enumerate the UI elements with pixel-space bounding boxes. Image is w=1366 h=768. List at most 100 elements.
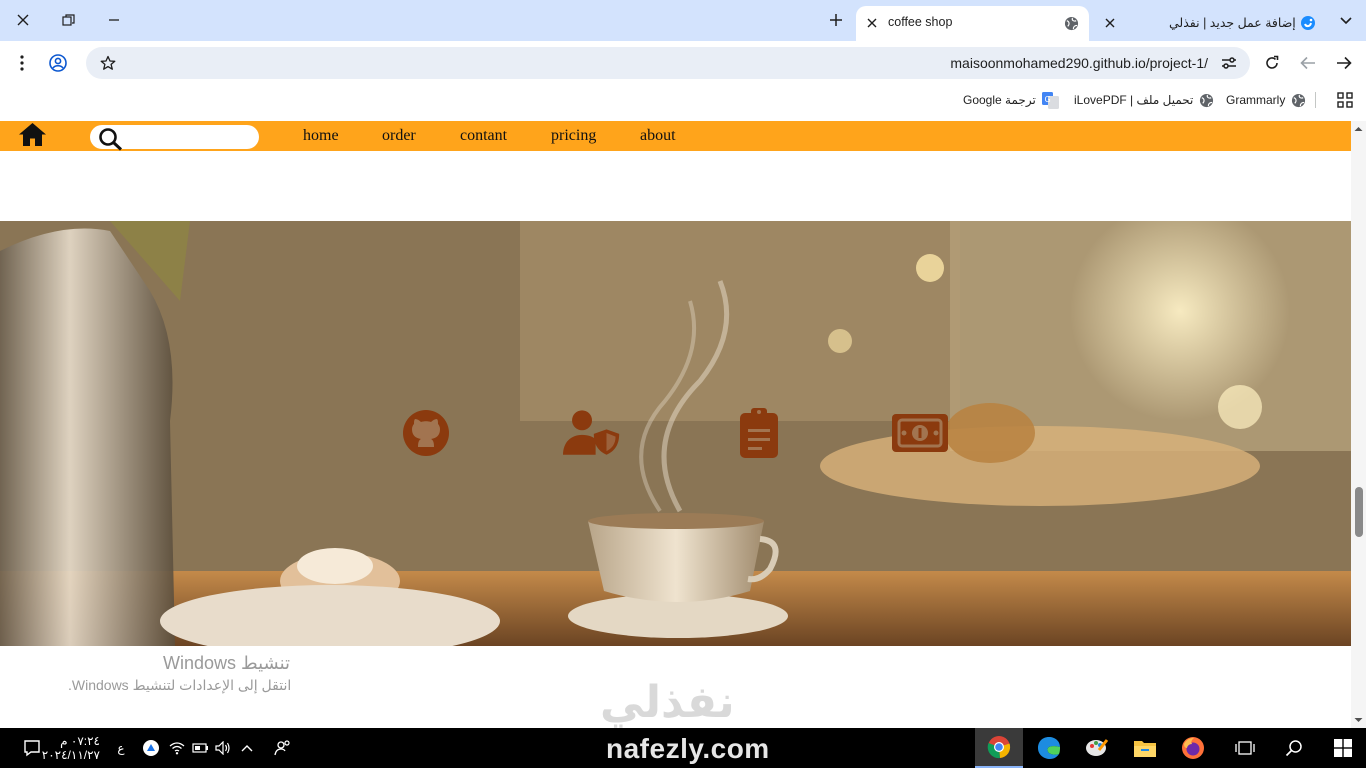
bookmark-label: Google ترجمة [963,93,1036,107]
site-settings-button[interactable] [1213,47,1245,79]
bookmark-ilovepdf[interactable]: iLovePDF | تحميل ملف [1074,91,1214,109]
window-close-button[interactable] [0,0,46,40]
volume-icon [215,741,230,755]
language-label: ع [117,741,125,755]
wifi-icon [169,742,185,755]
new-tab-button[interactable] [826,10,846,30]
start-button[interactable] [1320,728,1366,768]
taskbar-firefox[interactable] [1169,728,1217,768]
clipboard-link[interactable] [730,407,788,459]
brand-watermark-latin: nafezly.com [606,733,770,764]
show-hidden-icons-button[interactable] [236,728,258,768]
taskbar-chrome[interactable] [975,728,1023,768]
nav-link-order[interactable]: order [382,127,416,145]
tab-favicon [1300,15,1316,31]
chevron-up-icon [241,745,253,752]
tab-search-button[interactable] [1334,10,1358,32]
scroll-up-icon [1354,127,1363,131]
globe-icon [1292,93,1306,107]
apps-button[interactable] [1337,91,1353,109]
nav-link-pricing[interactable]: pricing [551,127,596,145]
tab-close-button[interactable] [864,15,880,31]
window-restore-button[interactable] [45,0,91,40]
tab-close-button[interactable] [1102,15,1118,31]
address-bar[interactable]: maisoonmohamed290.github.io/project-1/ [86,47,1250,79]
nav-link-contant[interactable]: contant [460,127,507,145]
browser-menu-button[interactable] [6,47,38,79]
close-icon [1105,18,1115,28]
profile-icon [49,54,67,72]
money-bill-icon [892,414,948,452]
window-minimize-button[interactable] [91,0,137,40]
nav-link-home[interactable]: home [303,127,339,145]
taskbar-edge[interactable] [1025,728,1073,768]
money-bill-link[interactable] [891,407,949,459]
scrollbar-thumb[interactable] [1355,487,1363,537]
back-button[interactable] [1292,47,1324,79]
taskbar-file-explorer[interactable] [1121,728,1169,768]
bookmark-google-translate[interactable]: Google ترجمة G [963,91,1059,109]
nav-link-about[interactable]: about [640,127,676,145]
edge-icon [1038,737,1060,759]
user-shield-link[interactable] [563,407,621,459]
tune-icon [1222,57,1236,69]
tab-coffee-shop[interactable]: coffee shop [856,6,1089,41]
firefox-icon [1182,737,1204,759]
hero-coffee-image [0,221,1351,646]
paint-icon [1086,739,1109,756]
home-icon [19,123,46,146]
close-icon [867,18,877,28]
more-vertical-icon [20,55,24,71]
home-link[interactable] [18,122,47,150]
input-language-indicator[interactable]: ع [110,728,132,768]
svg-text:G: G [1044,95,1050,104]
github-icon [403,410,449,456]
github-link[interactable] [397,407,455,459]
task-view-button[interactable] [1223,728,1267,768]
tab-title: coffee shop [888,15,953,29]
bookmark-label: iLovePDF | تحميل ملف [1074,93,1194,107]
reload-icon [1266,55,1279,69]
globe-icon [1200,93,1214,107]
battery-status[interactable] [189,728,211,768]
reload-button[interactable] [1256,47,1288,79]
url-text: maisoonmohamed290.github.io/project-1/ [950,55,1208,71]
browser-toolbar: maisoonmohamed290.github.io/project-1/ [0,41,1366,85]
star-icon [100,55,116,70]
bookmark-star-button[interactable] [92,47,124,79]
search-input[interactable] [90,125,259,151]
meet-now-icon [143,740,159,756]
task-view-icon [1235,741,1255,755]
globe-icon [1064,16,1078,30]
minimize-icon [109,19,119,21]
windows-activation-subtitle: انتقل إلى الإعدادات لتنشيط Windows. [68,677,292,693]
profile-button[interactable] [42,47,74,79]
bookmark-grammarly[interactable]: Grammarly [1226,91,1306,109]
clock-date: ٢٠٢٤/١١/٢٧ [41,748,100,762]
meet-now-button[interactable] [140,728,162,768]
people-icon [274,740,290,756]
search-icon [98,127,124,154]
chevron-down-icon [1340,17,1352,25]
plus-icon [830,14,842,26]
restore-icon [61,13,75,26]
scroll-down-icon [1354,718,1363,722]
forward-button[interactable] [1328,47,1360,79]
tab-nafezly[interactable]: إضافة عمل جديد | نفذلي [1094,6,1326,41]
arrow-right-icon [1337,56,1352,70]
search-icon [1285,740,1302,757]
chrome-icon [987,736,1011,759]
tab-strip: coffee shop إضافة عمل جديد | نفذلي [0,0,1366,41]
wifi-status[interactable] [166,728,188,768]
notification-icon [24,740,40,757]
search-button[interactable] [1272,728,1316,768]
bookmarks-divider [1315,92,1316,108]
translate-icon: G [1041,91,1059,109]
people-button[interactable] [270,728,296,768]
taskbar-paint[interactable] [1073,728,1121,768]
bookmarks-bar: Google ترجمة G iLovePDF | تحميل ملف Gram… [0,85,1366,115]
clock[interactable]: ٠٧:٢٤ م ٢٠٢٤/١١/٢٧ [42,728,100,768]
page-scrollbar[interactable] [1351,121,1366,728]
volume-control[interactable] [212,728,234,768]
tab-favicon [1063,15,1079,31]
